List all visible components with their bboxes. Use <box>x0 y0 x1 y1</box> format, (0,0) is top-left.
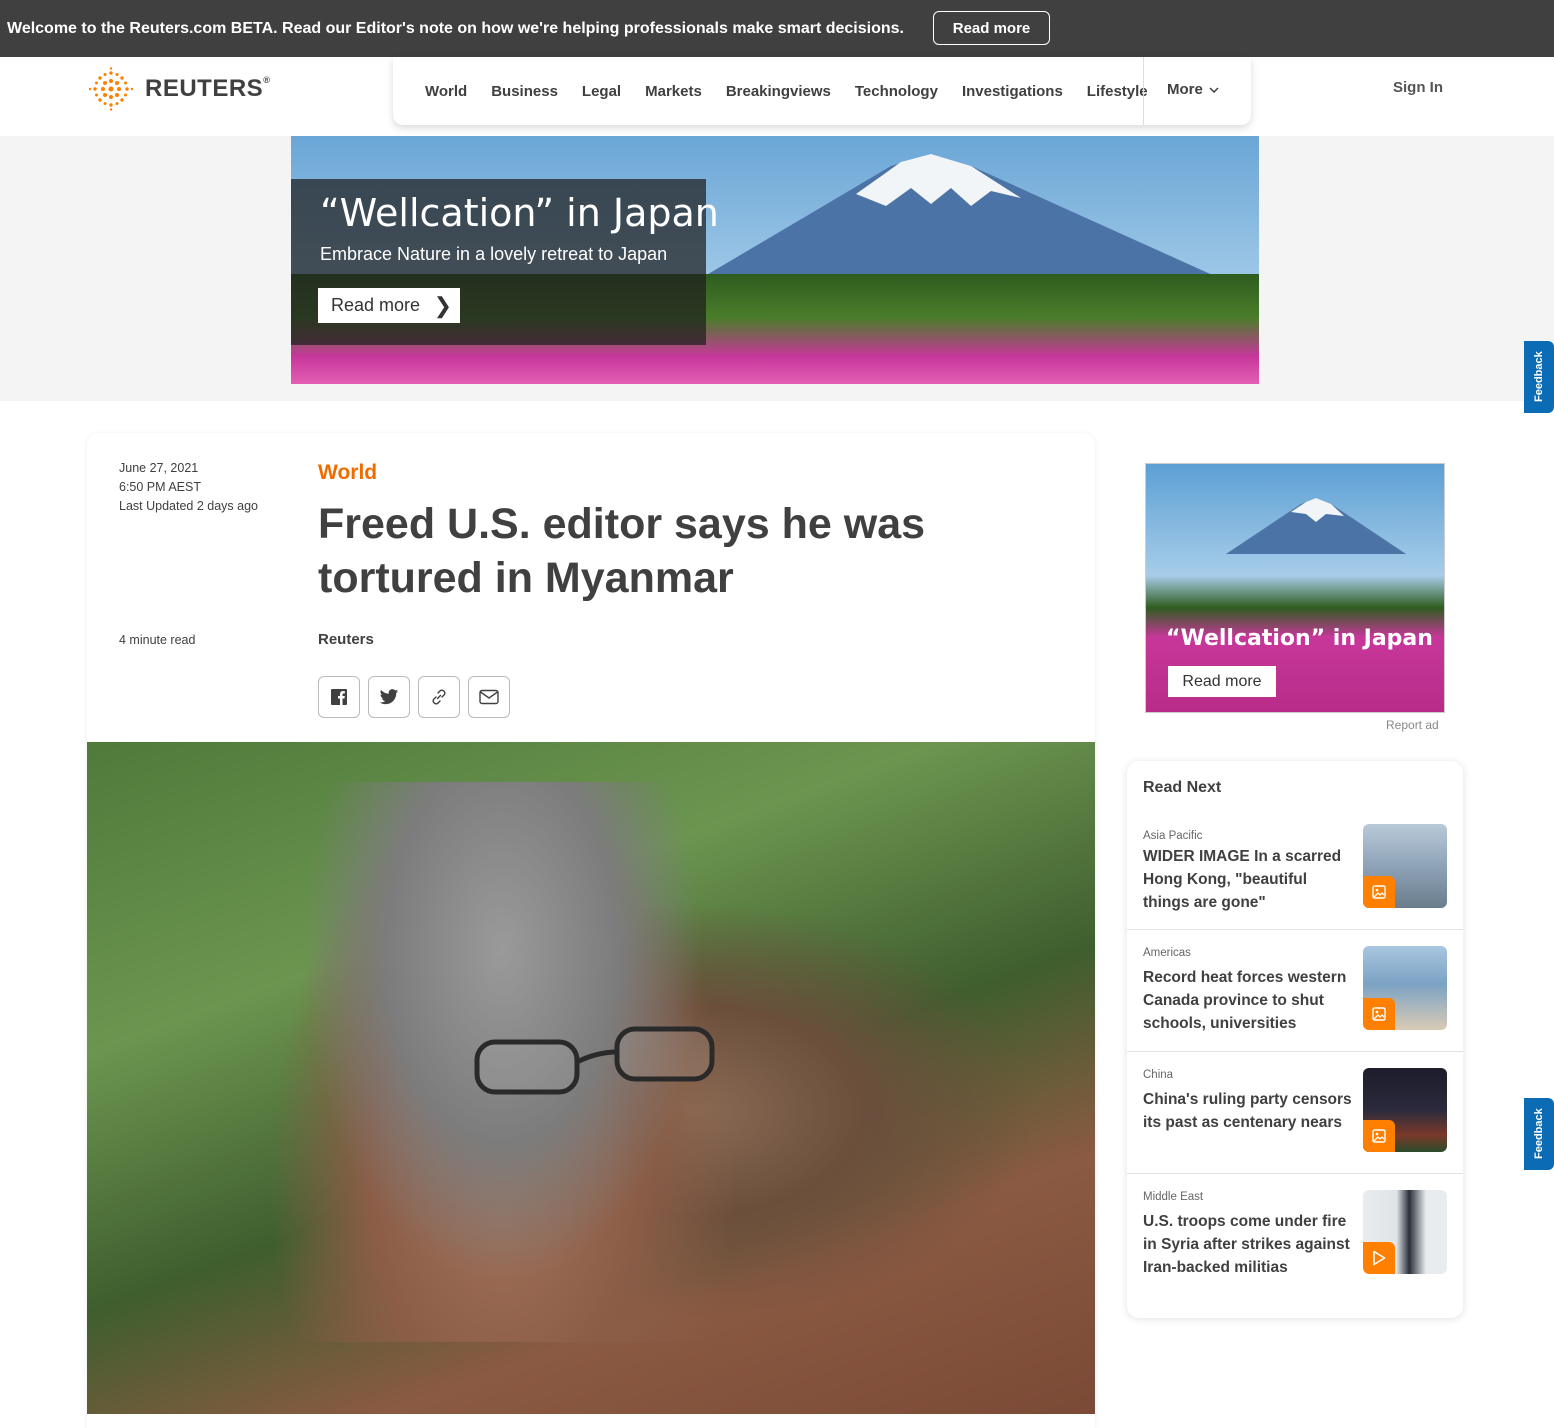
nav-item-investigations[interactable]: Investigations <box>962 83 1063 100</box>
reuters-logo[interactable]: REUTERS® <box>87 67 270 111</box>
article-card: June 27, 2021 6:50 PM AEST Last Updated … <box>87 433 1095 1428</box>
item-thumbnail[interactable] <box>1363 1068 1447 1152</box>
item-thumbnail[interactable] <box>1363 946 1447 1030</box>
article-headline: Freed U.S. editor says he was tortured i… <box>318 500 926 602</box>
main-nav: World Business Legal Markets Breakingvie… <box>393 57 1251 125</box>
item-category: Middle East <box>1143 1191 1204 1203</box>
image-badge <box>1363 998 1395 1030</box>
nav-item-technology[interactable]: Technology <box>855 83 938 100</box>
article-section-link[interactable]: World <box>318 461 377 485</box>
sidebar-advertisement[interactable]: “Wellcation” in Japan Read more <box>1145 463 1445 713</box>
read-next-item[interactable]: Americas Record heat forces western Cana… <box>1127 929 1463 1051</box>
facebook-icon <box>331 689 347 705</box>
nav-item-markets[interactable]: Markets <box>645 83 702 100</box>
twitter-icon <box>379 688 399 704</box>
site-header: REUTERS® World Business Legal Markets Br… <box>0 57 1554 136</box>
read-next-item[interactable]: Middle East U.S. troops come under fire … <box>1127 1173 1463 1318</box>
report-ad-link[interactable]: Report ad <box>1386 718 1439 732</box>
nav-more-label: More <box>1167 81 1203 98</box>
article-updated: Last Updated 2 days ago <box>119 499 258 513</box>
beta-read-more-button[interactable]: Read more <box>933 11 1050 45</box>
hero-advertisement[interactable]: “Wellcation” in Japan Embrace Nature in … <box>291 136 1259 384</box>
item-category: Americas <box>1143 947 1191 959</box>
glasses-image <box>474 1026 715 1095</box>
nav-item-business[interactable]: Business <box>491 83 558 100</box>
read-next-title: Read Next <box>1143 779 1222 796</box>
read-time: 4 minute read <box>119 633 196 647</box>
email-share-button[interactable] <box>468 676 510 718</box>
nav-item-lifestyle[interactable]: Lifestyle <box>1087 83 1148 100</box>
image-icon <box>1372 885 1386 899</box>
article-lead-photo[interactable] <box>87 742 1095 1414</box>
nav-more-menu[interactable]: More <box>1167 81 1219 98</box>
copy-link-button[interactable] <box>418 676 460 718</box>
email-icon <box>479 689 499 705</box>
sign-in-link[interactable]: Sign In <box>1393 79 1443 96</box>
item-headline[interactable]: China's ruling party censors its past as… <box>1143 1088 1357 1134</box>
item-thumbnail[interactable] <box>1363 824 1447 908</box>
feedback-tab[interactable]: Feedback <box>1524 341 1554 413</box>
side-ad-title: “Wellcation” in Japan <box>1166 626 1433 651</box>
read-next-item[interactable]: Asia Pacific WIDER IMAGE In a scarred Ho… <box>1127 815 1463 931</box>
chevron-right-icon: ❯ <box>433 293 452 318</box>
reuters-logo-icon <box>88 67 134 111</box>
item-headline[interactable]: WIDER IMAGE In a scarred Hong Kong, "bea… <box>1143 845 1357 914</box>
article-date: June 27, 2021 <box>119 461 199 475</box>
mountain-image <box>1226 498 1406 554</box>
nav-item-breakingviews[interactable]: Breakingviews <box>726 83 831 100</box>
read-next-item[interactable]: China China's ruling party censors its p… <box>1127 1051 1463 1173</box>
image-badge <box>1363 1120 1395 1152</box>
twitter-share-button[interactable] <box>368 676 410 718</box>
side-ad-read-more-button[interactable]: Read more <box>1168 666 1276 697</box>
beta-banner: Welcome to the Reuters.com BETA. Read ou… <box>0 0 1554 57</box>
link-icon <box>432 689 446 705</box>
chevron-down-icon <box>1209 86 1219 93</box>
logo-wordmark: REUTERS® <box>145 75 271 102</box>
item-thumbnail[interactable] <box>1363 1190 1447 1274</box>
ad-read-more-button[interactable]: Read more ❯ <box>318 288 460 323</box>
ad-read-more-label: Read more <box>331 295 421 315</box>
read-next-panel: Read Next Asia Pacific WIDER IMAGE In a … <box>1127 761 1463 1318</box>
play-icon <box>1373 1250 1386 1266</box>
article-byline[interactable]: Reuters <box>318 631 374 648</box>
article-time: 6:50 PM AEST <box>119 480 201 494</box>
ad-title: “Wellcation” in Japan <box>320 191 719 235</box>
nav-item-legal[interactable]: Legal <box>582 83 621 100</box>
image-icon <box>1372 1129 1386 1143</box>
nav-item-world[interactable]: World <box>425 83 467 100</box>
item-category: Asia Pacific <box>1143 830 1203 842</box>
ad-subtitle: Embrace Nature in a lovely retreat to Ja… <box>320 244 668 264</box>
nav-divider <box>1143 57 1144 125</box>
feedback-tab[interactable]: Feedback <box>1524 1098 1554 1170</box>
item-category: China <box>1143 1069 1174 1081</box>
share-bar <box>318 676 510 718</box>
facebook-share-button[interactable] <box>318 676 360 718</box>
image-badge <box>1363 876 1395 908</box>
image-icon <box>1372 1007 1386 1021</box>
item-headline[interactable]: U.S. troops come under fire in Syria aft… <box>1143 1210 1357 1279</box>
beta-message: Welcome to the Reuters.com BETA. Read ou… <box>7 19 904 37</box>
item-headline[interactable]: Record heat forces western Canada provin… <box>1143 966 1357 1035</box>
video-badge <box>1363 1242 1395 1274</box>
article-meta: June 27, 2021 6:50 PM AEST Last Updated … <box>119 459 258 516</box>
